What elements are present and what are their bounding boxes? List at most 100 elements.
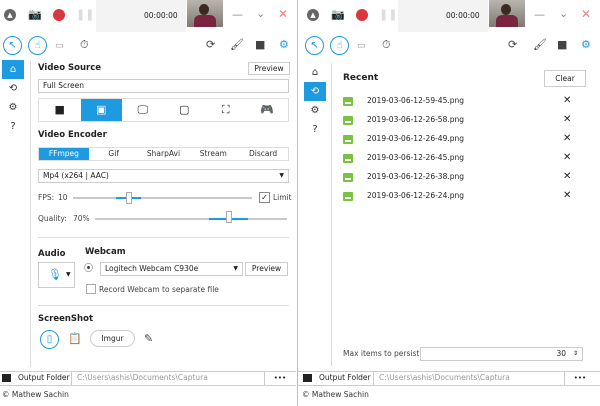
- format-select[interactable]: Mp4 (x264 | AAC) ▼: [38, 169, 289, 183]
- timer-icon[interactable]: ⏱: [80, 39, 89, 51]
- clipboard-icon[interactable]: 📋: [68, 333, 82, 345]
- pause-icon[interactable]: ❚❚: [379, 9, 397, 21]
- clear-button[interactable]: Clear: [544, 70, 586, 87]
- format-value: Mp4 (x264 | AAC): [43, 171, 109, 180]
- output-path-field[interactable]: C:\Users\ashis\Documents\Captura: [373, 372, 565, 385]
- tab-discard[interactable]: Discard: [238, 148, 288, 160]
- separate-file-checkbox[interactable]: [86, 284, 96, 294]
- tab-gif[interactable]: Gif: [89, 148, 139, 160]
- output-path-field[interactable]: C:\Users\ashis\Documents\Captura: [71, 372, 265, 385]
- remove-icon[interactable]: ✕: [563, 152, 571, 163]
- fps-slider[interactable]: [73, 197, 252, 199]
- click-highlight-icon[interactable]: ☝: [330, 36, 349, 55]
- limit-checkbox[interactable]: ✓: [259, 192, 270, 203]
- recent-item[interactable]: 2019-03-06-12-26-49.png ✕: [343, 133, 583, 146]
- help-icon[interactable]: ?: [2, 117, 24, 136]
- tab-stream[interactable]: Stream: [188, 148, 238, 160]
- recent-item[interactable]: 2019-03-06-12-59-45.png ✕: [343, 95, 583, 108]
- close-icon[interactable]: ✕: [581, 8, 591, 20]
- full-screen-source-icon[interactable]: ▣: [80, 99, 122, 121]
- collapse-icon[interactable]: ▲: [4, 9, 16, 21]
- brush-icon[interactable]: 🖌: [533, 39, 547, 51]
- webcam-title: Webcam: [85, 247, 126, 257]
- help-icon[interactable]: ?: [304, 120, 326, 139]
- minimize-icon[interactable]: —: [232, 9, 243, 21]
- recent-item[interactable]: 2019-03-06-12-26-58.png ✕: [343, 114, 583, 127]
- cursor-toggle-icon[interactable]: ↖: [305, 36, 324, 55]
- brush-icon[interactable]: 🖌: [230, 39, 244, 51]
- close-icon[interactable]: ✕: [278, 8, 288, 20]
- output-folder-bar: Output Folder C:\Users\ashis\Documents\C…: [0, 371, 296, 386]
- folder-icon[interactable]: ■: [255, 39, 265, 51]
- quality-slider[interactable]: [95, 218, 287, 220]
- recent-item[interactable]: 2019-03-06-12-26-24.png ✕: [343, 190, 583, 203]
- click-highlight-icon[interactable]: ☝: [28, 36, 47, 55]
- history-icon[interactable]: ⟲: [2, 79, 24, 98]
- tab-sharpavi[interactable]: SharpAvi: [139, 148, 189, 160]
- tab-ffmpeg[interactable]: FFmpeg: [39, 148, 89, 160]
- settings-gear-icon[interactable]: ⚙: [279, 39, 289, 51]
- remove-icon[interactable]: ✕: [563, 171, 571, 182]
- settings-gear-icon[interactable]: ⚙: [581, 39, 591, 51]
- imgur-button[interactable]: Imgur: [90, 330, 135, 347]
- save-to-disk-icon[interactable]: ▯: [40, 330, 59, 349]
- pencil-icon[interactable]: ✎: [144, 333, 153, 345]
- browse-button[interactable]: •••: [565, 372, 595, 384]
- keyboard-icon[interactable]: ▭: [55, 40, 64, 52]
- collapse-icon[interactable]: ▲: [307, 9, 319, 21]
- gamepad-icon[interactable]: 🎮: [247, 99, 289, 121]
- remove-icon[interactable]: ✕: [563, 133, 571, 144]
- home-icon[interactable]: ⌂: [2, 60, 24, 79]
- quality-slider-thumb[interactable]: [226, 211, 232, 223]
- no-video-icon[interactable]: ■: [39, 99, 81, 121]
- recent-item[interactable]: 2019-03-06-12-26-45.png ✕: [343, 152, 583, 165]
- settings-icon[interactable]: ⚙: [304, 101, 326, 120]
- keyboard-icon[interactable]: ▭: [357, 40, 366, 52]
- audio-title: Audio: [38, 249, 66, 259]
- settings-icon[interactable]: ⚙: [2, 98, 24, 117]
- camera-icon[interactable]: 📷: [28, 9, 42, 21]
- max-items-input[interactable]: 30 ⇕: [420, 347, 583, 361]
- image-file-icon: [343, 173, 353, 182]
- window-source-icon[interactable]: ▢: [164, 99, 206, 121]
- max-items-label: Max items to persist:: [343, 349, 422, 358]
- image-file-icon: [343, 97, 353, 106]
- fps-slider-thumb[interactable]: [126, 192, 132, 204]
- double-chevron-down-icon[interactable]: ⌄: [559, 8, 568, 20]
- region-source-icon[interactable]: ⛶: [205, 99, 247, 121]
- camera-icon[interactable]: 📷: [331, 9, 345, 21]
- webcam-select[interactable]: Logitech Webcam C930e ▼: [100, 262, 243, 276]
- timer-icon[interactable]: ⏱: [382, 39, 391, 51]
- audio-source-button[interactable]: 🎙 ▼: [38, 262, 75, 288]
- webcam-preview[interactable]: [489, 0, 525, 27]
- spinner-icon[interactable]: ⇕: [573, 348, 578, 360]
- pause-icon[interactable]: ❚❚: [76, 9, 94, 21]
- refresh-icon[interactable]: ⟳: [206, 39, 215, 51]
- webcam-preview[interactable]: [187, 0, 223, 27]
- remove-icon[interactable]: ✕: [563, 190, 571, 201]
- minimize-icon[interactable]: —: [534, 9, 545, 21]
- video-source-preview-button[interactable]: Preview: [248, 62, 290, 75]
- webcam-preview-button[interactable]: Preview: [245, 262, 288, 276]
- cursor-toggle-icon[interactable]: ↖: [3, 36, 22, 55]
- record-button[interactable]: [356, 9, 368, 21]
- divider: [38, 237, 289, 238]
- remove-icon[interactable]: ✕: [563, 95, 571, 106]
- refresh-icon[interactable]: ⟳: [508, 39, 517, 51]
- video-source-field[interactable]: Full Screen: [38, 79, 289, 93]
- history-icon[interactable]: ⟲: [304, 82, 326, 101]
- timer-area: 00:00:00: [398, 0, 488, 32]
- recent-item-name: 2019-03-06-12-26-24.png: [367, 191, 464, 200]
- copyright: © Mathew Sachin: [302, 390, 369, 399]
- folder-icon[interactable]: ■: [557, 39, 567, 51]
- recent-item-name: 2019-03-06-12-26-49.png: [367, 134, 464, 143]
- screen-source-icon[interactable]: 🖵: [122, 99, 164, 121]
- recent-item[interactable]: 2019-03-06-12-26-38.png ✕: [343, 171, 583, 184]
- divider: [38, 305, 289, 306]
- remove-icon[interactable]: ✕: [563, 114, 571, 125]
- browse-button[interactable]: •••: [265, 372, 295, 384]
- folder-icon: [2, 374, 11, 382]
- home-icon[interactable]: ⌂: [304, 63, 326, 82]
- record-button[interactable]: [53, 9, 65, 21]
- double-chevron-down-icon[interactable]: ⌄: [256, 8, 265, 20]
